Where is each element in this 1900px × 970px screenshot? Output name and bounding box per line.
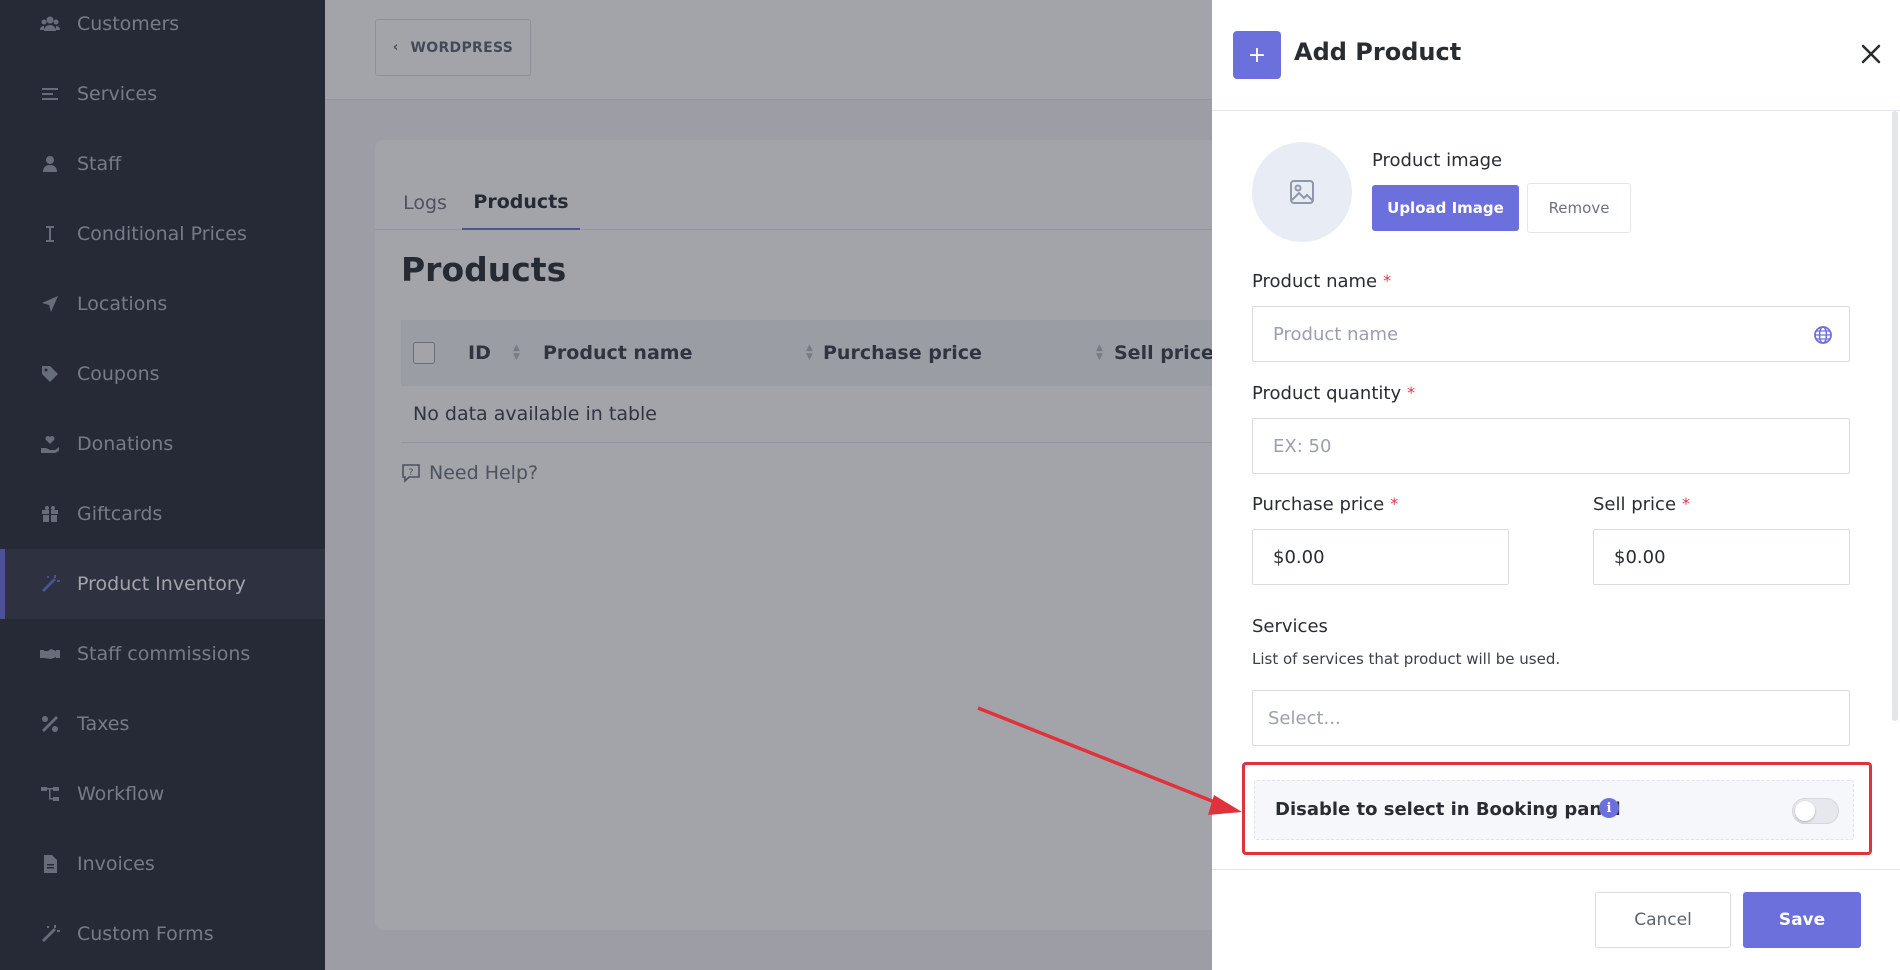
- required-mark: *: [1682, 494, 1691, 513]
- save-button[interactable]: Save: [1743, 892, 1861, 948]
- cancel-button[interactable]: Cancel: [1595, 892, 1731, 948]
- product-name-field[interactable]: [1252, 306, 1850, 362]
- panel-title: Add Product: [1294, 38, 1462, 66]
- sell-price-field[interactable]: $0.00: [1593, 529, 1850, 585]
- sell-price-value: $0.00: [1614, 546, 1666, 568]
- remove-image-button[interactable]: Remove: [1527, 183, 1631, 233]
- label-text: Product name: [1252, 271, 1378, 292]
- purchase-price-label: Purchase price *: [1252, 494, 1398, 515]
- upload-image-button[interactable]: Upload Image: [1372, 185, 1519, 231]
- annotation-highlight-box: [1242, 762, 1872, 855]
- required-mark: *: [1383, 271, 1392, 290]
- label-text: Sell price: [1593, 494, 1677, 515]
- purchase-price-value: $0.00: [1273, 546, 1325, 568]
- panel-footer: Cancel Save: [1212, 869, 1900, 970]
- scrollbar[interactable]: [1892, 111, 1898, 721]
- services-select[interactable]: Select...: [1252, 690, 1850, 746]
- image-icon: [1290, 180, 1314, 204]
- plus-icon: +: [1233, 31, 1281, 79]
- product-name-label: Product name *: [1252, 271, 1391, 292]
- product-image-placeholder: [1252, 142, 1352, 242]
- services-placeholder: Select...: [1268, 707, 1341, 729]
- close-icon[interactable]: [1857, 40, 1885, 68]
- required-mark: *: [1390, 494, 1399, 513]
- panel-header: + Add Product: [1212, 0, 1900, 111]
- purchase-price-field[interactable]: $0.00: [1252, 529, 1509, 585]
- product-image-label: Product image: [1372, 150, 1503, 171]
- product-quantity-field[interactable]: [1252, 418, 1850, 474]
- services-label: Services: [1252, 616, 1328, 637]
- add-product-panel: + Add Product Product image Upload Image…: [1212, 0, 1900, 970]
- product-quantity-input[interactable]: [1273, 435, 1849, 457]
- product-name-input[interactable]: [1273, 323, 1849, 345]
- services-hint: List of services that product will be us…: [1252, 650, 1561, 668]
- product-quantity-label: Product quantity *: [1252, 383, 1415, 404]
- label-text: Product quantity: [1252, 383, 1402, 404]
- globe-icon[interactable]: [1813, 325, 1833, 345]
- sell-price-label: Sell price *: [1593, 494, 1690, 515]
- required-mark: *: [1407, 383, 1416, 402]
- label-text: Purchase price: [1252, 494, 1385, 515]
